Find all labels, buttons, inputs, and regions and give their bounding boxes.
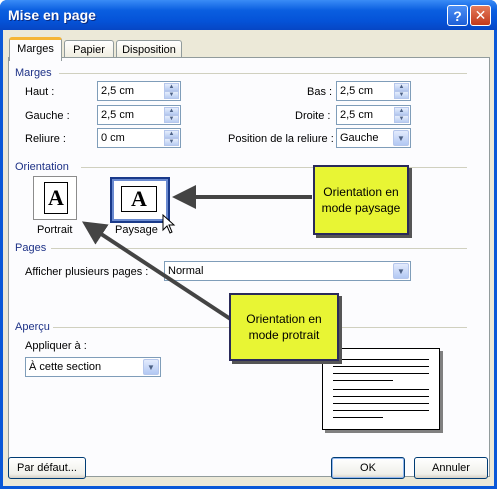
callout-paysage: Orientation en mode paysage	[313, 165, 409, 235]
tab-marges[interactable]: Marges	[9, 37, 62, 61]
annotation-arrows	[81, 185, 312, 322]
callout-paysage-text: Orientation en mode paysage	[321, 185, 401, 215]
callout-portrait-text: Orientation en mode protrait	[246, 312, 322, 342]
callout-portrait: Orientation en mode protrait	[229, 293, 339, 361]
arrow-to-portrait	[81, 221, 234, 322]
